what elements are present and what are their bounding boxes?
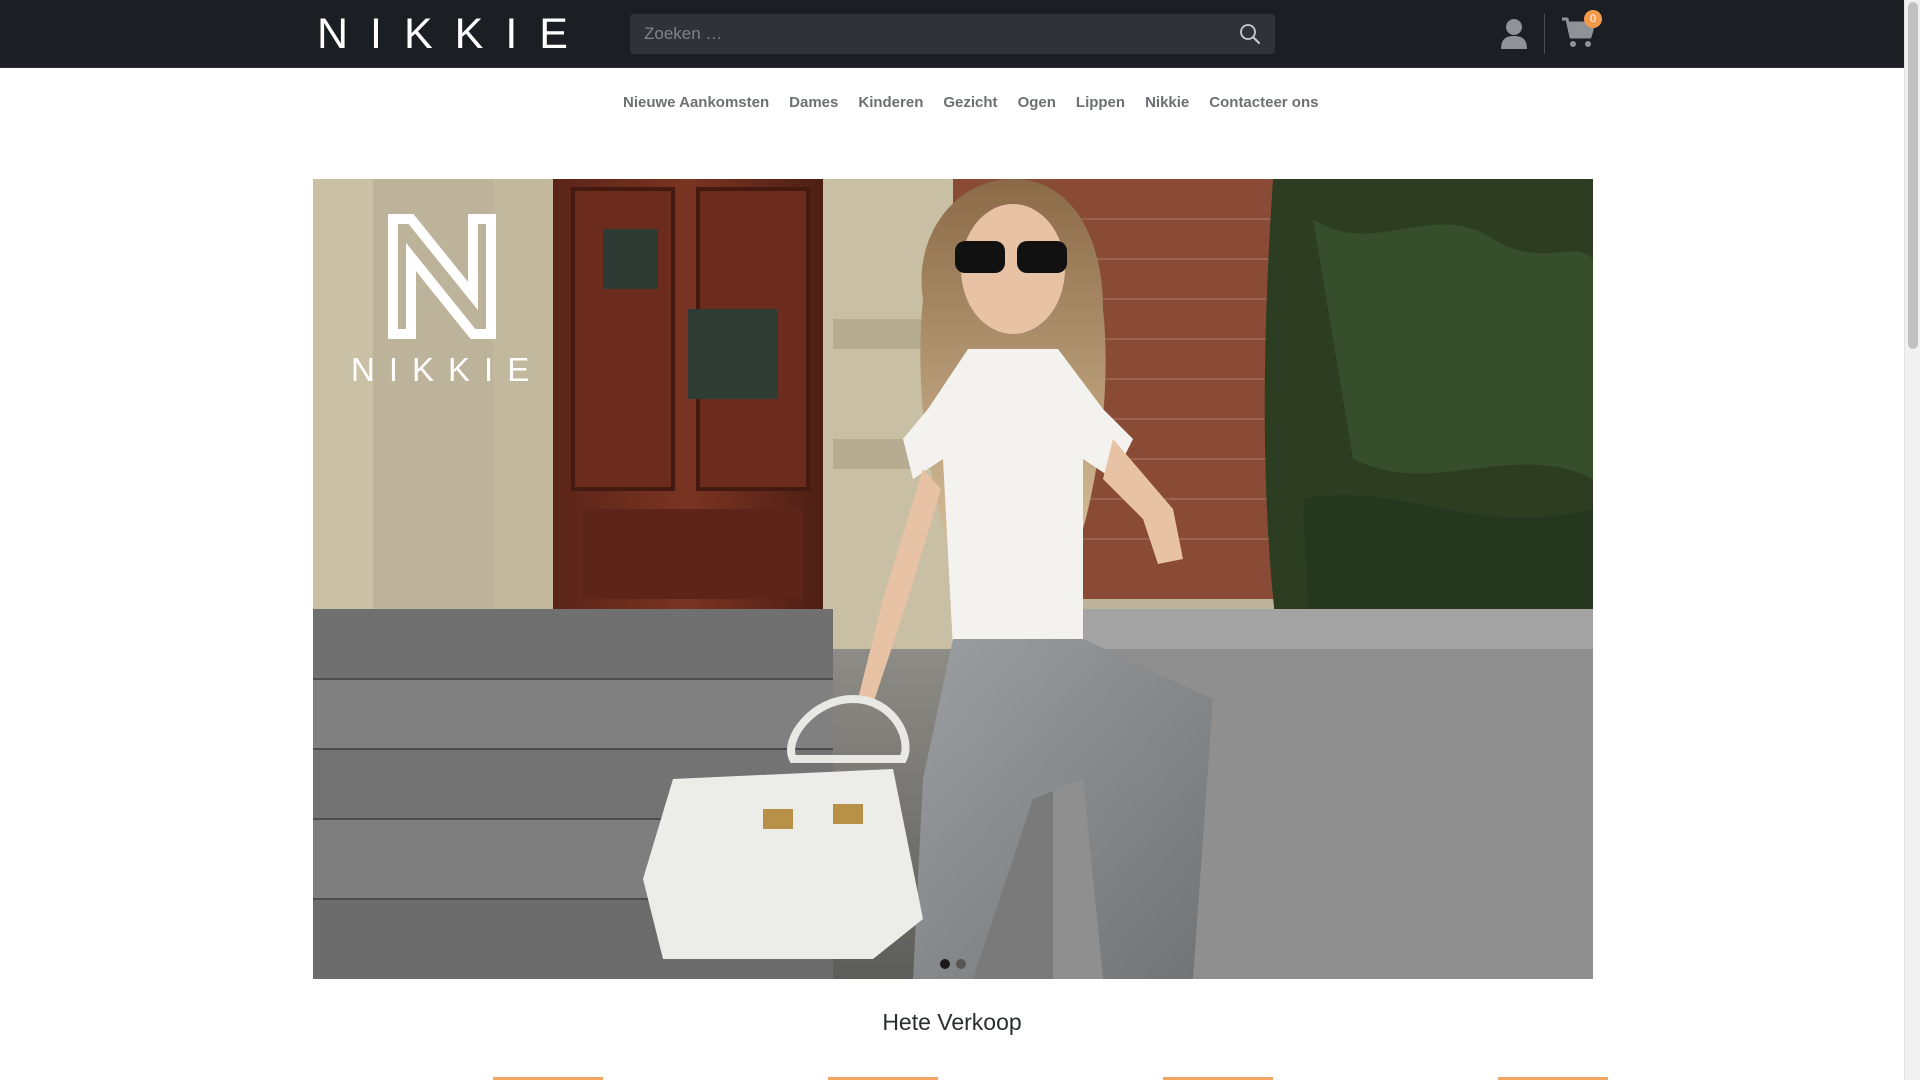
account-button[interactable] [1499,14,1529,54]
header-divider [1544,14,1545,54]
slider-dots [940,959,966,969]
nav-item-kinderen[interactable]: Kinderen [848,93,933,113]
scrollbar-thumb[interactable] [1908,2,1918,349]
main-nav: Nieuwe Aankomsten Dames Kinderen Gezicht… [0,68,1904,138]
hero-slider[interactable]: NIKKIE [313,179,1593,979]
cart-count-badge: 0 [1584,10,1602,28]
hero-image: NIKKIE [313,179,1593,979]
nav-item-nikkie[interactable]: Nikkie [1135,93,1199,113]
search-input[interactable] [630,14,1220,54]
nav-item-contacteer-ons[interactable]: Contacteer ons [1199,93,1328,113]
section-title: Hete Verkoop [882,1009,1022,1035]
search-box [630,14,1275,54]
slider-dot-1[interactable] [940,959,950,969]
search-button[interactable] [1235,20,1265,48]
hero-brand-word: NIKKIE [351,351,543,388]
top-bar: NIKKIE 0 [0,0,1904,68]
nav-item-ogen[interactable]: Ogen [1008,93,1066,113]
search-icon [1240,24,1260,44]
nav-item-dames[interactable]: Dames [779,93,848,113]
brand-logo[interactable]: NIKKIE [317,13,590,56]
vertical-scrollbar[interactable] [1904,0,1920,1080]
nav-item-lippen[interactable]: Lippen [1066,93,1135,113]
page: NIKKIE 0 [0,0,1904,1080]
nav-item-gezicht[interactable]: Gezicht [933,93,1007,113]
user-icon [1501,19,1527,49]
nav-item-nieuwe-aankomsten[interactable]: Nieuwe Aankomsten [623,93,779,113]
slider-dot-2[interactable] [956,959,966,969]
nav-list: Nieuwe Aankomsten Dames Kinderen Gezicht… [623,93,1328,113]
